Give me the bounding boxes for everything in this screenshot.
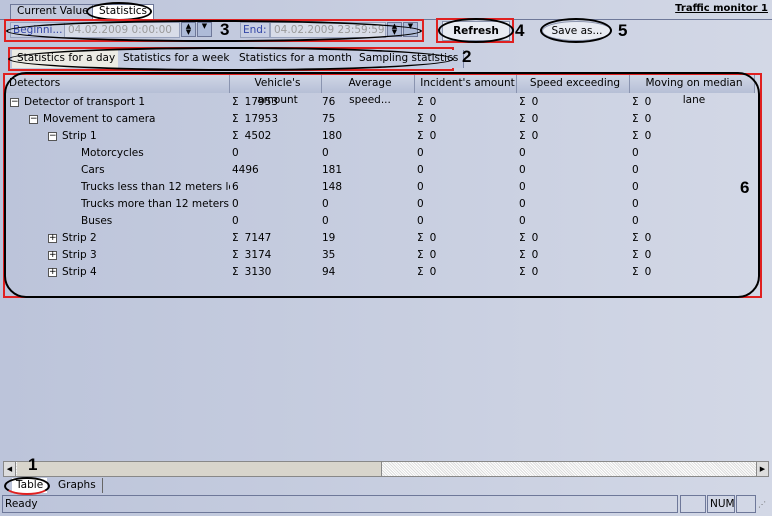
horizontal-scrollbar[interactable]: ◀ ▶ [3, 461, 769, 477]
status-pane [680, 495, 706, 513]
num-lock-indicator: NUM [707, 495, 735, 513]
status-pane [736, 495, 756, 513]
scrollbar-thumb[interactable] [17, 462, 382, 476]
annotation-4: 4 [515, 21, 525, 40]
scroll-right-button[interactable]: ▶ [756, 462, 768, 476]
tab-graphs[interactable]: Graphs [52, 478, 103, 493]
annotation-oval [540, 18, 612, 43]
annotation-2: 2 [462, 47, 472, 66]
annotation-1: 1 [28, 455, 38, 474]
annotation-oval [4, 477, 50, 495]
window-title: Traffic monitor 1 [675, 3, 768, 14]
scroll-left-button[interactable]: ◀ [4, 462, 16, 476]
tab-current-value[interactable]: Current Value [10, 4, 96, 19]
annotation-oval [438, 18, 514, 43]
annotation-oval [6, 20, 422, 42]
annotation-oval [8, 47, 454, 71]
annotation-oval [4, 72, 760, 298]
status-text: Ready [2, 495, 678, 513]
resize-grip-icon[interactable]: ⋰ [758, 500, 766, 509]
annotation-5: 5 [618, 21, 628, 40]
